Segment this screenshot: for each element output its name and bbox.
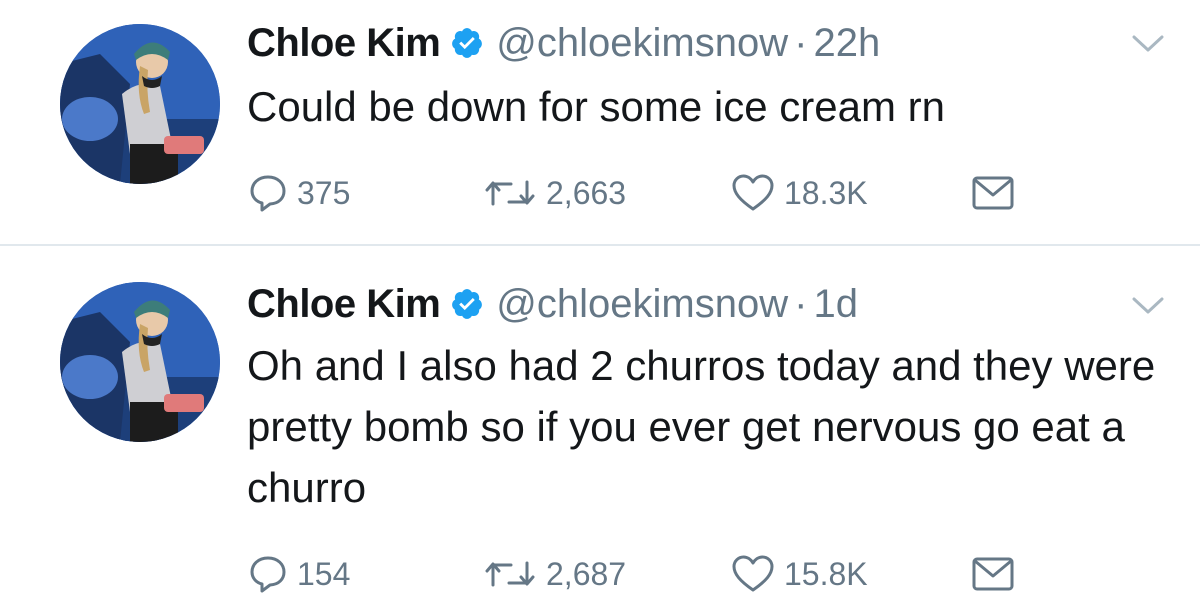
retweet-count: 2,687 bbox=[546, 555, 627, 592]
chevron-down-icon[interactable] bbox=[1130, 294, 1166, 318]
tweet-text: Oh and I also had 2 churros today and th… bbox=[247, 342, 1156, 511]
timestamp[interactable]: 22h bbox=[813, 21, 880, 66]
retweet-button[interactable]: 2,663 bbox=[482, 168, 626, 218]
retweet-count: 2,663 bbox=[546, 174, 627, 211]
retweet-icon bbox=[482, 172, 538, 214]
avatar-photo bbox=[60, 24, 220, 184]
envelope-icon bbox=[971, 175, 1015, 211]
tweet[interactable]: Chloe Kim @chloekimsnow · 22h Could be d… bbox=[0, 0, 1200, 246]
reply-bubble-icon bbox=[247, 553, 289, 595]
tweet-header: Chloe Kim @chloekimsnow · 1d bbox=[247, 279, 858, 329]
display-name[interactable]: Chloe Kim bbox=[247, 282, 441, 327]
timestamp[interactable]: 1d bbox=[813, 282, 858, 327]
direct-message-button[interactable] bbox=[971, 168, 1015, 218]
verified-badge-icon bbox=[450, 287, 484, 321]
separator-dot: · bbox=[794, 281, 808, 326]
avatar[interactable] bbox=[60, 24, 220, 184]
heart-icon bbox=[730, 172, 776, 214]
retweet-icon bbox=[482, 553, 538, 595]
tweet-header: Chloe Kim @chloekimsnow · 22h bbox=[247, 18, 880, 68]
direct-message-button[interactable] bbox=[971, 549, 1015, 599]
like-button[interactable]: 15.8K bbox=[730, 549, 868, 599]
like-count: 15.8K bbox=[784, 555, 868, 592]
like-count: 18.3K bbox=[784, 174, 868, 211]
separator-dot: · bbox=[794, 20, 808, 65]
envelope-icon bbox=[971, 556, 1015, 592]
heart-icon bbox=[730, 553, 776, 595]
tweet-actions: 154 2,687 15.8K bbox=[247, 549, 1047, 599]
user-handle[interactable]: @chloekimsnow bbox=[496, 21, 788, 66]
verified-badge-icon bbox=[450, 26, 484, 60]
avatar-photo bbox=[60, 282, 220, 442]
chevron-down-icon[interactable] bbox=[1130, 32, 1166, 56]
retweet-button[interactable]: 2,687 bbox=[482, 549, 626, 599]
avatar[interactable] bbox=[60, 282, 220, 442]
reply-bubble-icon bbox=[247, 172, 289, 214]
user-handle[interactable]: @chloekimsnow bbox=[496, 282, 788, 327]
reply-count: 375 bbox=[297, 174, 351, 211]
like-button[interactable]: 18.3K bbox=[730, 168, 868, 218]
tweet[interactable]: Chloe Kim @chloekimsnow · 1d Oh and I al… bbox=[0, 246, 1200, 616]
display-name[interactable]: Chloe Kim bbox=[247, 21, 441, 66]
reply-button[interactable]: 375 bbox=[247, 168, 350, 218]
tweet-text: Could be down for some ice cream rn bbox=[247, 83, 945, 130]
reply-count: 154 bbox=[297, 555, 351, 592]
tweet-actions: 375 2,663 18.3K bbox=[247, 168, 1047, 218]
reply-button[interactable]: 154 bbox=[247, 549, 350, 599]
